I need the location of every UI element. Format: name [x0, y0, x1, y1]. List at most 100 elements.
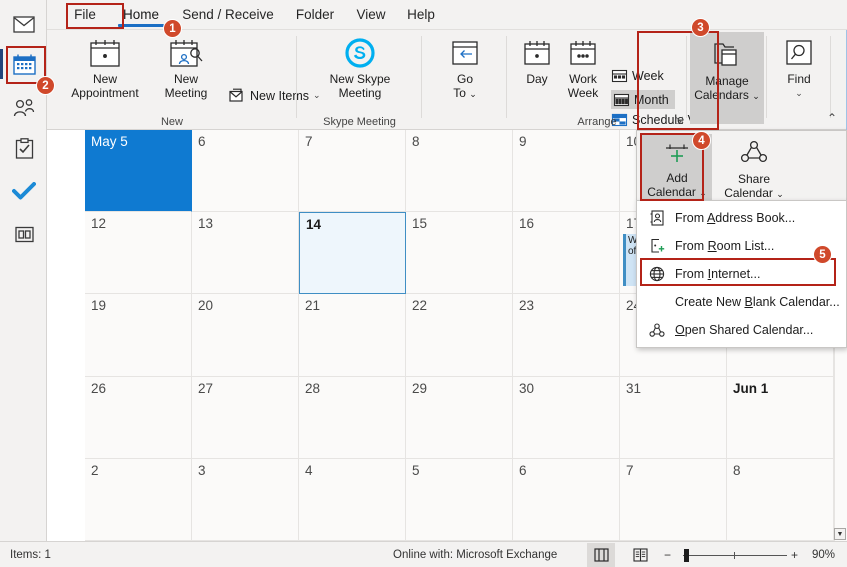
rail-item-todo[interactable] — [8, 175, 40, 207]
zoom-slider-midtick — [734, 552, 735, 559]
scroll-down-arrow-icon[interactable]: ▼ — [834, 528, 846, 540]
calendar-day-cell[interactable]: May 5 — [85, 130, 192, 213]
calendar-day-cell[interactable]: 12 — [85, 212, 192, 295]
calendar-day-number: 7 — [305, 134, 313, 149]
room-list-icon — [649, 238, 665, 254]
calendar-day-cell[interactable]: 22 — [406, 294, 513, 377]
chevron-down-icon: ⌄ — [699, 188, 707, 198]
ribbon-group-new: New Appointment New Meeting New Items ⌄ … — [47, 30, 321, 130]
calendar-day-cell[interactable]: 19 — [85, 294, 192, 377]
go-to-label-1: Go — [456, 72, 473, 86]
find-button[interactable]: Find ⌄ — [775, 34, 823, 100]
new-meeting-button[interactable]: New Meeting — [151, 34, 221, 100]
calendar-day-cell[interactable]: 21 — [299, 294, 406, 377]
share-calendar-label-2: Calendar ⌄ — [724, 186, 784, 200]
go-to-button[interactable]: Go To ⌄ — [436, 34, 494, 101]
calendar-day-cell[interactable]: 30 — [513, 376, 620, 459]
annotation-badge-1: 1 — [163, 19, 182, 38]
calendar-day-cell[interactable]: 5 — [406, 458, 513, 541]
work-week-label-1: Work — [569, 72, 597, 86]
tab-help[interactable]: Help — [399, 0, 443, 30]
calendar-day-number: 30 — [519, 380, 535, 396]
calendar-day-number: 28 — [305, 380, 321, 396]
collapse-ribbon-button[interactable]: ⌃ — [827, 111, 837, 125]
normal-view-icon — [593, 547, 609, 562]
rail-item-mail[interactable] — [8, 8, 40, 40]
calendar-day-number: 8 — [412, 134, 420, 149]
tab-folder[interactable]: Folder — [287, 0, 343, 30]
new-meeting-label-1: New — [173, 72, 198, 86]
calendar-day-cell[interactable]: 2 — [85, 458, 192, 541]
zoom-slider-track[interactable] — [683, 555, 787, 556]
menu-item-label: Create New Blank Calendar... — [675, 295, 840, 309]
calendar-day-cell[interactable]: 15 — [406, 212, 513, 295]
calendar-day-cell[interactable]: 31 — [620, 376, 727, 459]
calendar-day-number: 9 — [519, 134, 527, 149]
calendar-day-cell[interactable]: 7 — [620, 458, 727, 541]
work-week-view-button[interactable]: Work Week — [559, 34, 607, 100]
tab-send-receive[interactable]: Send / Receive — [173, 0, 283, 30]
ribbon-group-label-new: New — [160, 116, 183, 128]
menu-item-label: From Address Book... — [675, 211, 796, 225]
calendar-day-cell[interactable]: 3 — [192, 458, 299, 541]
week-view-label: Week — [632, 68, 664, 83]
calendar-day-cell[interactable]: 13 — [192, 212, 299, 295]
zoom-out-button[interactable]: − — [664, 548, 671, 562]
calendar-day-cell[interactable]: 7 — [299, 130, 406, 213]
calendar-day-cell[interactable]: 23 — [513, 294, 620, 377]
calendar-day-cell[interactable]: 8 — [727, 458, 834, 541]
tab-file[interactable]: File — [63, 0, 107, 30]
new-appointment-button[interactable]: New Appointment — [63, 34, 147, 100]
rail-item-calendar[interactable] — [8, 48, 40, 80]
add-calendar-label-1: Add — [666, 171, 688, 185]
calendar-day-cell[interactable]: 27 — [192, 376, 299, 459]
calendar-day-cell[interactable]: 6 — [192, 130, 299, 213]
ribbon-group-go-to: Go To ⌄ — [422, 30, 507, 130]
tab-home-underline — [118, 24, 164, 27]
calendar-day-number: 13 — [198, 216, 214, 232]
week-view-button[interactable]: Week — [611, 68, 664, 83]
rail-item-more-apps[interactable] — [8, 218, 40, 250]
outlook-window: File Home Send / Receive Folder View Hel… — [0, 0, 847, 567]
manage-calendars-button[interactable]: Manage Calendars ⌄ — [690, 32, 764, 124]
rail-item-people[interactable] — [8, 92, 40, 124]
reading-view-button[interactable] — [626, 543, 654, 567]
day-view-button[interactable]: Day — [515, 34, 559, 86]
menu-item[interactable]: From Internet... — [637, 260, 846, 288]
menu-item[interactable]: Open Shared Calendar... — [637, 316, 846, 344]
calendar-day-cell[interactable]: 29 — [406, 376, 513, 459]
address-book-icon — [649, 210, 665, 226]
go-to-icon — [448, 34, 482, 72]
calendar-day-cell[interactable]: 8 — [406, 130, 513, 213]
calendar-day-cell[interactable]: Jun 1 — [727, 376, 834, 459]
zoom-in-button[interactable]: + — [791, 548, 798, 562]
rail-item-tasks[interactable] — [8, 132, 40, 164]
calendar-day-cell[interactable]: 14 — [299, 212, 406, 295]
menu-item[interactable]: Create New Blank Calendar... — [637, 288, 846, 316]
calendar-day-cell[interactable]: 26 — [85, 376, 192, 459]
calendar-day-cell[interactable]: 9 — [513, 130, 620, 213]
menu-item-label: From Internet... — [675, 267, 761, 281]
new-skype-meeting-button[interactable]: New Skype Meeting — [319, 34, 401, 100]
normal-view-button[interactable] — [587, 542, 615, 567]
month-view-label: Month — [634, 92, 669, 107]
menu-item[interactable]: From Address Book... — [637, 204, 846, 232]
arrange-dialog-launcher[interactable]: ⇲ — [675, 116, 683, 127]
month-view-button[interactable]: Month — [611, 90, 675, 109]
zoom-slider-thumb[interactable] — [684, 549, 689, 562]
calendar-day-cell[interactable]: 6 — [513, 458, 620, 541]
calendar-day-cell[interactable]: 4 — [299, 458, 406, 541]
calendar-day-cell[interactable]: 16 — [513, 212, 620, 295]
calendar-day-number: 6 — [519, 462, 527, 478]
calendar-day-number: 4 — [305, 462, 313, 478]
calendar-day-cell[interactable]: 28 — [299, 376, 406, 459]
add-calendar-icon — [661, 138, 693, 171]
calendar-day-cell[interactable]: 20 — [192, 294, 299, 377]
ribbon-group-find: Find ⌄ — [767, 30, 831, 130]
tab-view[interactable]: View — [347, 0, 395, 30]
week-view-icon — [611, 69, 628, 83]
calendar-day-number: 29 — [412, 380, 428, 396]
ribbon-group-label-skype: Skype Meeting — [323, 116, 396, 128]
new-meeting-label-2: Meeting — [164, 86, 208, 100]
share-calendar-button[interactable]: Share Calendar ⌄ — [719, 134, 789, 201]
